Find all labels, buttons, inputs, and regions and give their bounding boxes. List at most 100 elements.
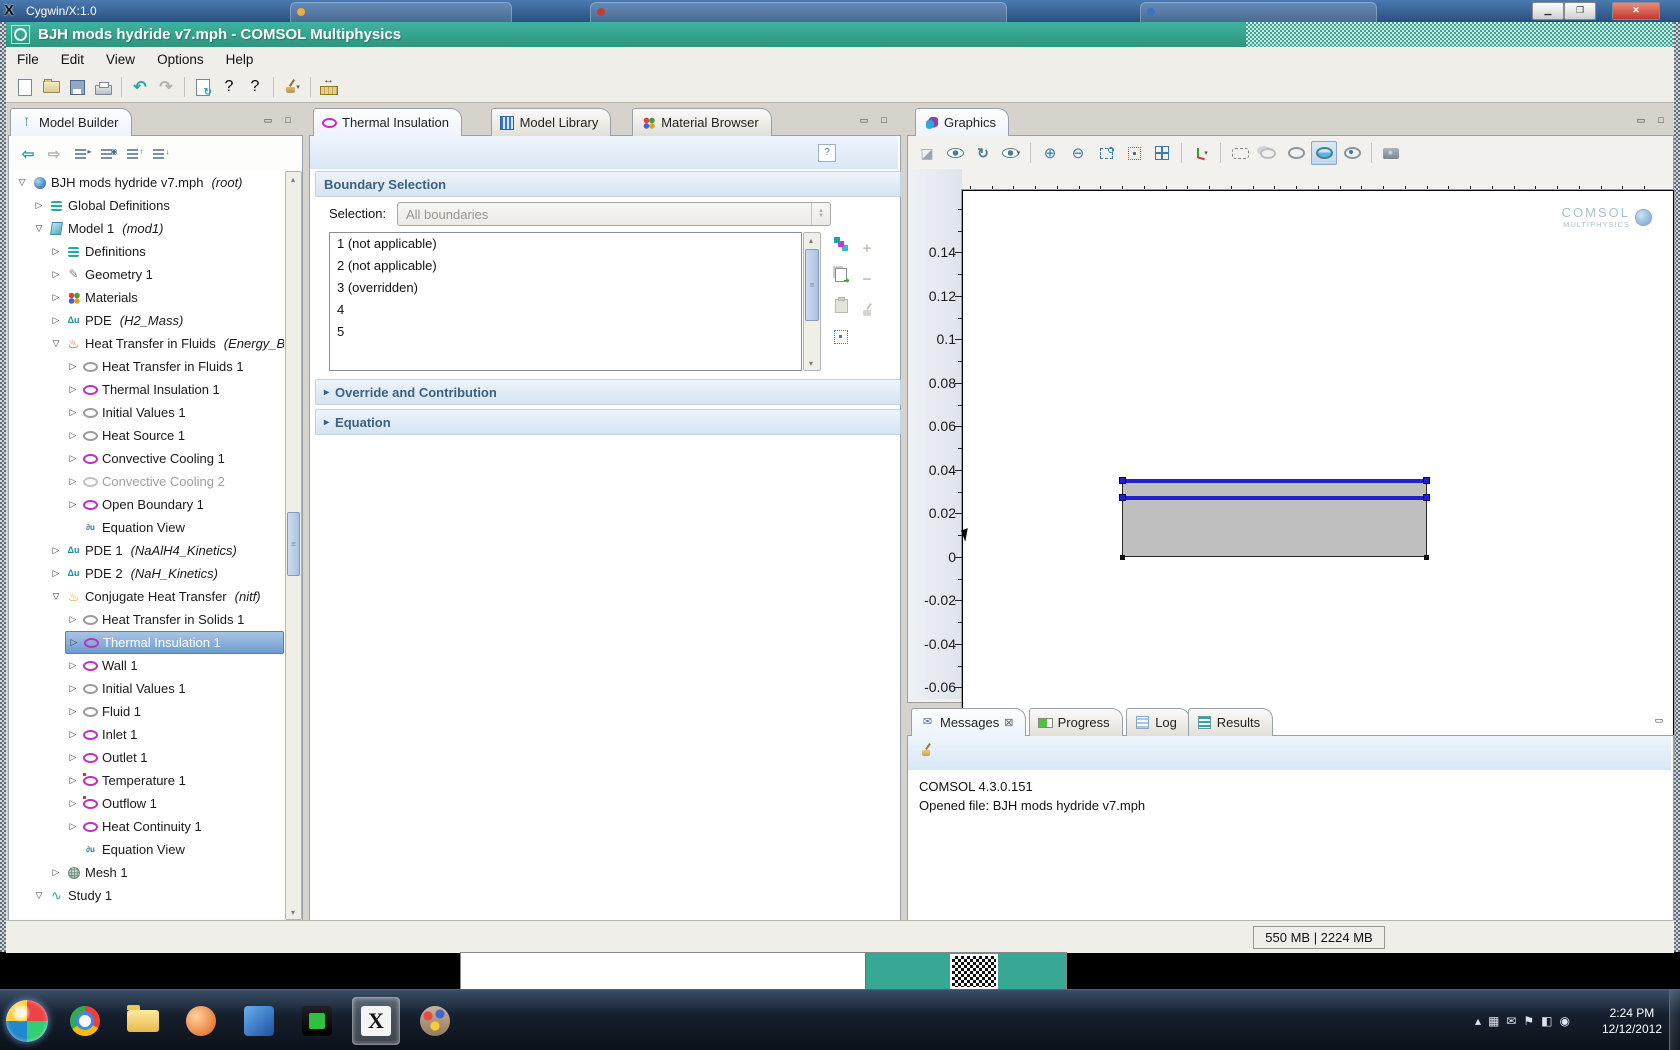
boundary-list-item[interactable]: 2 (not applicable) xyxy=(330,255,801,277)
help-icon[interactable]: ? xyxy=(217,75,241,99)
tree-expand-icon[interactable]: ▷ xyxy=(50,568,62,579)
zoom-selected-icon[interactable] xyxy=(1121,141,1147,165)
scrollbar-thumb[interactable]: ≡ xyxy=(287,512,300,576)
tree-expand-icon[interactable]: ▷ xyxy=(50,867,62,878)
tree-item-selected[interactable]: ▷Thermal Insulation 1 xyxy=(10,631,284,654)
transparency-icon[interactable]: ◪ xyxy=(914,141,940,165)
print-icon[interactable] xyxy=(91,75,115,99)
refresh-view-icon[interactable]: ↻ xyxy=(970,141,996,165)
tree-item[interactable]: ▷✎Geometry 1 xyxy=(10,263,284,286)
tree-item[interactable]: ▷ΔuPDE(H2_Mass) xyxy=(10,309,284,332)
dropdown-spinner-icon[interactable]: ▲▼ xyxy=(811,203,830,225)
panel-minimize-icon[interactable]: ▭ xyxy=(1652,715,1666,726)
tree-item[interactable]: ▷Global Definitions xyxy=(10,194,284,217)
update-solution-icon[interactable] xyxy=(191,75,215,99)
tab-close-icon[interactable]: ⊠ xyxy=(1004,716,1013,729)
section-equation[interactable]: ▸Equation xyxy=(315,409,901,435)
panel-maximize-icon[interactable]: □ xyxy=(281,115,295,126)
tree-expand-icon[interactable]: ▽ xyxy=(33,890,45,901)
tree-vertical-scrollbar[interactable]: ▴ ≡ ▾ xyxy=(285,171,302,920)
tray-expand-icon[interactable]: ▴ xyxy=(1475,1014,1481,1028)
select-boundary-icon[interactable] xyxy=(1311,141,1337,165)
panel-window-buttons[interactable]: ▭□ xyxy=(1634,115,1668,126)
taskbar-clock[interactable]: 2:24 PM 12/12/2012 xyxy=(1602,990,1662,1050)
tree-expand-icon[interactable]: ▷ xyxy=(67,407,79,418)
browser-tab-ghost[interactable] xyxy=(1140,2,1377,22)
start-button[interactable] xyxy=(6,1000,48,1042)
clear-messages-icon[interactable] xyxy=(920,743,933,763)
background-window-fragment[interactable] xyxy=(460,952,1067,991)
zoom-box-icon[interactable] xyxy=(1093,141,1119,165)
tree-expand-icon[interactable]: ▷ xyxy=(50,545,62,556)
show-icon[interactable] xyxy=(96,144,116,164)
tab-results[interactable]: Results xyxy=(1188,708,1273,736)
paste-selection-button[interactable] xyxy=(831,295,851,317)
panel-maximize-icon[interactable]: □ xyxy=(877,115,891,126)
tree-item[interactable]: ▷Heat Continuity 1 xyxy=(10,815,284,838)
zoom-out-icon[interactable]: ⊖ xyxy=(1065,141,1091,165)
copy-selection-button[interactable] xyxy=(831,264,851,286)
tab-progress[interactable]: Progress xyxy=(1029,708,1123,736)
select-box-icon[interactable] xyxy=(1227,141,1253,165)
tree-item[interactable]: ▷ΔuPDE 2(NaH_Kinetics) xyxy=(10,562,284,585)
save-icon[interactable] xyxy=(65,75,89,99)
tree-expand-icon[interactable]: ▷ xyxy=(67,706,79,717)
settings-help-icon[interactable]: ? xyxy=(818,144,836,162)
tree-item[interactable]: ▷Mesh 1 xyxy=(10,861,284,884)
show-desktop-button[interactable] xyxy=(1669,990,1680,1050)
tab-material-browser[interactable]: Material Browser xyxy=(632,108,772,136)
dropdown-caret-icon[interactable]: ▾ xyxy=(1017,149,1021,157)
tree-item[interactable]: ▷Heat Transfer in Solids 1 xyxy=(10,608,284,631)
tree-item[interactable]: ▷Open Boundary 1 xyxy=(10,493,284,516)
tree-expand-icon[interactable]: ▷ xyxy=(50,246,62,257)
move-down-icon[interactable] xyxy=(148,144,168,164)
tree-item[interactable]: ▷Outflow 1 xyxy=(10,792,284,815)
app-blue-icon[interactable] xyxy=(236,998,282,1044)
tree-item[interactable]: ▷Initial Values 1 xyxy=(10,677,284,700)
tree-item[interactable]: ▷Outlet 1 xyxy=(10,746,284,769)
snapshot-icon[interactable] xyxy=(1378,141,1404,165)
panel-maximize-icon[interactable]: □ xyxy=(1654,115,1668,126)
tree-expand-icon[interactable]: ▷ xyxy=(67,614,79,625)
tree-item[interactable]: ▷Convective Cooling 2 xyxy=(10,470,284,493)
tree-item[interactable]: ▷Heat Transfer in Fluids 1 xyxy=(10,355,284,378)
tree-expand-icon[interactable]: ▷ xyxy=(67,775,79,786)
file-explorer-icon[interactable] xyxy=(120,998,166,1044)
tree-item[interactable]: ▷Inlet 1 xyxy=(10,723,284,746)
tree-expand-icon[interactable]: ▷ xyxy=(67,798,79,809)
collapse-all-icon[interactable] xyxy=(70,144,90,164)
menu-file[interactable]: File xyxy=(6,49,50,70)
tree-item[interactable]: ▷Wall 1 xyxy=(10,654,284,677)
tree-expand-icon[interactable]: ▷ xyxy=(67,384,79,395)
boundary-list-item[interactable]: 4 xyxy=(330,299,801,321)
measure-icon[interactable] xyxy=(317,75,341,99)
tree-item[interactable]: ∂uEquation View xyxy=(10,838,284,861)
panel-window-buttons[interactable]: ▭□ xyxy=(857,115,891,126)
tree-expand-icon[interactable]: ▽ xyxy=(33,223,45,234)
tab-log[interactable]: Log xyxy=(1126,708,1190,736)
scene-light-icon[interactable]: ▾ xyxy=(998,141,1024,165)
tree-expand-icon[interactable]: ▷ xyxy=(67,683,79,694)
tree-item[interactable]: ▽♨Conjugate Heat Transfer(nitf) xyxy=(10,585,284,608)
scroll-down-icon[interactable]: ▾ xyxy=(286,905,300,919)
app-orange-icon[interactable] xyxy=(178,998,224,1044)
zoom-in-icon[interactable]: ⊕ xyxy=(1037,141,1063,165)
tab-thermal-insulation[interactable]: Thermal Insulation xyxy=(313,108,462,136)
tree-expand-icon[interactable]: ▷ xyxy=(67,729,79,740)
boundary-list-item[interactable]: 5 xyxy=(330,321,801,343)
open-file-icon[interactable] xyxy=(39,75,63,99)
redo-icon[interactable]: ↷ xyxy=(154,75,178,99)
browser-tab-ghost[interactable] xyxy=(290,2,512,22)
tree-expand-icon[interactable]: ▷ xyxy=(67,476,79,487)
window-maximize-button[interactable]: ❐ xyxy=(1564,2,1596,20)
zoom-to-selection-button[interactable] xyxy=(831,326,851,348)
tree-expand-icon[interactable]: ▷ xyxy=(33,200,45,211)
browser-tab-ghost[interactable] xyxy=(590,2,1007,22)
tree-expand-icon[interactable]: ▷ xyxy=(67,499,79,510)
tree-expand-icon[interactable]: ▽ xyxy=(50,591,62,602)
forward-icon[interactable]: ⇨ xyxy=(44,144,64,164)
default-view-icon[interactable]: ▾ xyxy=(1188,141,1214,165)
graphics-canvas[interactable] xyxy=(962,190,1674,755)
tab-messages[interactable]: ✉Messages⊠ xyxy=(911,708,1026,736)
tree-expand-icon[interactable]: ▷ xyxy=(67,430,79,441)
